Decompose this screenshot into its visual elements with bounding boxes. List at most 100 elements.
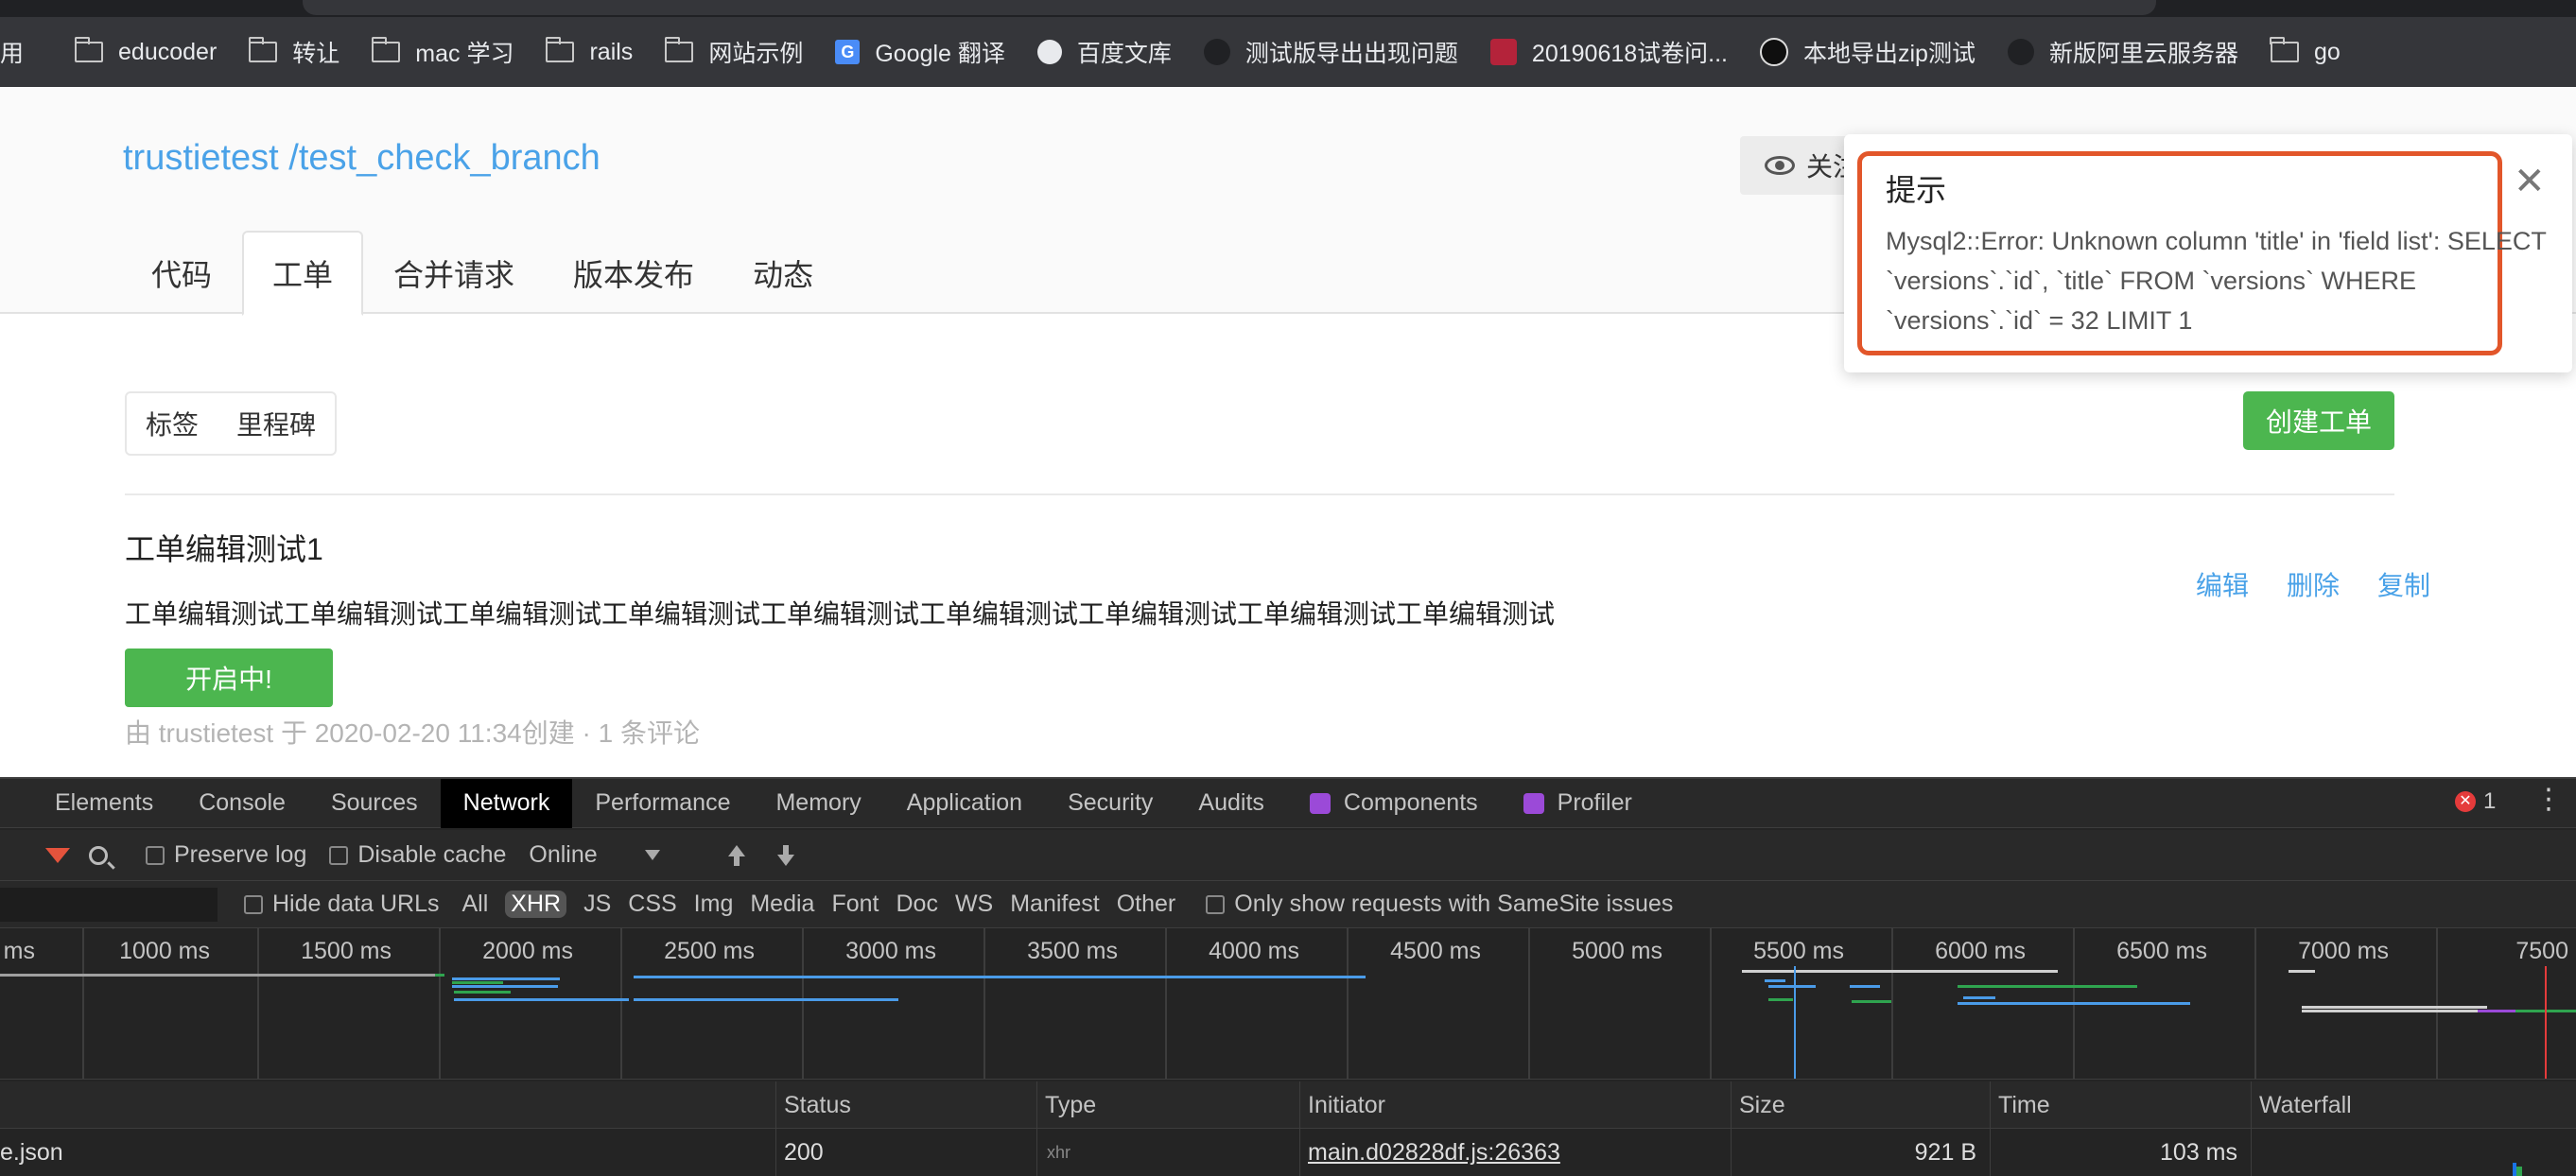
bookmark-label: 本地导出zip测试 — [1803, 41, 1976, 67]
timeline-tick-label: 7000 ms — [2298, 938, 2389, 964]
column-status[interactable]: Status — [775, 1081, 1036, 1129]
devtools-tab[interactable]: Sources — [308, 779, 441, 828]
bookmark-item[interactable]: go — [2270, 37, 2341, 66]
row-initiator-link[interactable]: main.d02828df.js:26363 — [1299, 1129, 1731, 1176]
type-filter[interactable]: XHR — [505, 891, 567, 918]
bookmark-item[interactable]: 百度文库 — [1036, 35, 1172, 69]
address-bar[interactable] — [303, 0, 2156, 15]
devtools-tab[interactable]: Components — [1287, 779, 1501, 828]
import-har-icon[interactable] — [726, 844, 747, 866]
timeline-tick-label: 1000 ms — [119, 938, 210, 964]
divider — [125, 493, 2394, 495]
bookmark-item[interactable]: 测试版导出出现问题 — [1203, 35, 1458, 69]
bookmark-item[interactable]: G Google 翻译 — [835, 35, 1005, 69]
type-filter[interactable]: Doc — [896, 891, 937, 918]
devtools-panel: Elements Console Sources Network Performance… — [0, 777, 2576, 1176]
issue-title: 工单编辑测试1 — [125, 532, 323, 566]
column-waterfall[interactable]: Waterfall — [2251, 1081, 2576, 1129]
type-filter[interactable]: All — [461, 891, 488, 918]
devtools-tab-label: Components — [1343, 789, 1478, 816]
tab-item[interactable]: 代码 — [123, 231, 240, 316]
throttling-select[interactable]: Online — [529, 841, 703, 869]
timeline-request-bar — [634, 976, 1366, 978]
eye-icon — [1765, 156, 1795, 175]
github-icon — [1760, 38, 1788, 66]
type-filter[interactable]: Other — [1117, 891, 1176, 918]
bookmark-item[interactable]: educoder — [74, 37, 217, 66]
bookmark-item[interactable]: 本地导出zip测试 — [1760, 35, 1976, 69]
tab-item[interactable]: 工单 — [242, 231, 364, 316]
devtools-tab[interactable]: Elements — [32, 779, 176, 828]
column-type[interactable]: Type — [1036, 1081, 1299, 1129]
devtools-tab[interactable]: Network — [440, 778, 573, 828]
repo-tabs: 代码 工单 合并请求 版本发布 动态 — [123, 231, 844, 316]
timeline-request-bar — [1852, 1000, 1891, 1003]
network-overview-timeline[interactable]: 500 ms 1000 ms 1500 ms 2000 ms 2500 ms 3000 m… — [0, 928, 2576, 1080]
search-icon[interactable] — [89, 845, 108, 865]
tab-item[interactable]: 动态 — [724, 231, 842, 316]
hide-data-urls-checkbox[interactable]: Hide data URLs — [244, 891, 439, 918]
table-row[interactable]: e.json 200 xhr main.d02828df.js:26363 92… — [0, 1129, 2576, 1176]
bookmark-label: 用 — [0, 41, 25, 67]
bookmark-item[interactable]: 转让 — [248, 35, 339, 69]
filter-icon[interactable] — [45, 847, 70, 863]
repo-title-link[interactable]: trustietest /test_check_branch — [123, 138, 600, 179]
hide-data-urls-label: Hide data URLs — [272, 891, 440, 917]
more-options-icon[interactable]: ⋮ — [2534, 783, 2563, 816]
edit-link[interactable]: 编辑 — [2196, 565, 2249, 603]
issue-body: 工单编辑测试工单编辑测试工单编辑测试工单编辑测试工单编辑测试工单编辑测试工单编辑… — [125, 599, 1556, 629]
disable-cache-label: Disable cache — [357, 841, 507, 868]
column-time[interactable]: Time — [1990, 1081, 2251, 1129]
create-issue-button[interactable]: 创建工单 — [2243, 391, 2394, 450]
tab-item[interactable]: 合并请求 — [365, 231, 543, 316]
bookmark-item[interactable]: 20190618试卷问... — [1489, 35, 1728, 69]
copy-link[interactable]: 复制 — [2377, 565, 2430, 603]
devtools-tab[interactable]: Console — [176, 779, 308, 828]
devtools-tab[interactable]: Application — [884, 779, 1045, 828]
error-counter[interactable]: ✕ 1 — [2455, 788, 2496, 815]
folder-icon — [74, 37, 104, 62]
type-filter[interactable]: WS — [955, 891, 993, 918]
type-filter[interactable]: CSS — [628, 891, 676, 918]
bookmark-item[interactable]: 新版阿里云服务器 — [2007, 35, 2238, 69]
devtools-tab-label: Elements — [55, 789, 154, 816]
preserve-log-checkbox[interactable]: Preserve log — [146, 841, 306, 869]
type-filter[interactable]: Font — [831, 891, 879, 918]
folder-icon — [664, 37, 694, 62]
disable-cache-checkbox[interactable]: Disable cache — [329, 841, 506, 869]
type-filter[interactable]: JS — [583, 891, 611, 918]
folder-icon — [248, 37, 278, 62]
issue-status-badge[interactable]: 开启中! — [125, 649, 333, 707]
network-toolbar: Preserve log Disable cache Online — [0, 830, 2576, 881]
timeline-tick-label: 2500 ms — [664, 938, 755, 964]
bookmark-item[interactable]: 网站示例 — [664, 35, 803, 69]
milestones-button[interactable]: 里程碑 — [218, 405, 335, 442]
devtools-tab-label: Application — [906, 789, 1023, 816]
devtools-tab[interactable]: Security — [1045, 779, 1175, 828]
labels-button[interactable]: 标签 — [127, 405, 218, 442]
bookmark-item[interactable]: mac 学习 — [371, 35, 514, 69]
filter-input[interactable] — [0, 887, 218, 922]
bookmark-label: mac 学习 — [415, 41, 514, 67]
timeline-request-bar — [1742, 970, 2058, 973]
column-initiator[interactable]: Initiator — [1299, 1081, 1731, 1129]
delete-link[interactable]: 删除 — [2287, 565, 2340, 603]
timeline-request-bar — [634, 998, 898, 1001]
error-icon: ✕ — [2455, 791, 2476, 812]
devtools-tab[interactable]: Memory — [753, 779, 883, 828]
export-har-icon[interactable] — [775, 844, 796, 866]
type-filter[interactable]: Media — [750, 891, 814, 918]
devtools-tab[interactable]: Performance — [572, 779, 753, 828]
column-size[interactable]: Size — [1731, 1081, 1990, 1129]
bookmark-item[interactable]: rails — [545, 37, 633, 66]
devtools-tab[interactable]: Audits — [1175, 779, 1286, 828]
samesite-checkbox[interactable]: Only show requests with SameSite issues — [1206, 891, 1673, 918]
dark-circle-icon — [2007, 39, 2034, 65]
tab-item[interactable]: 版本发布 — [545, 231, 722, 316]
devtools-tab[interactable]: Profiler — [1501, 779, 1655, 828]
type-filter[interactable]: Img — [694, 891, 734, 918]
row-waterfall — [2251, 1129, 2576, 1176]
type-filter[interactable]: Manifest — [1010, 891, 1099, 918]
bookmark-item[interactable]: 用 — [0, 35, 24, 69]
close-icon[interactable]: ✕ — [2514, 163, 2546, 200]
